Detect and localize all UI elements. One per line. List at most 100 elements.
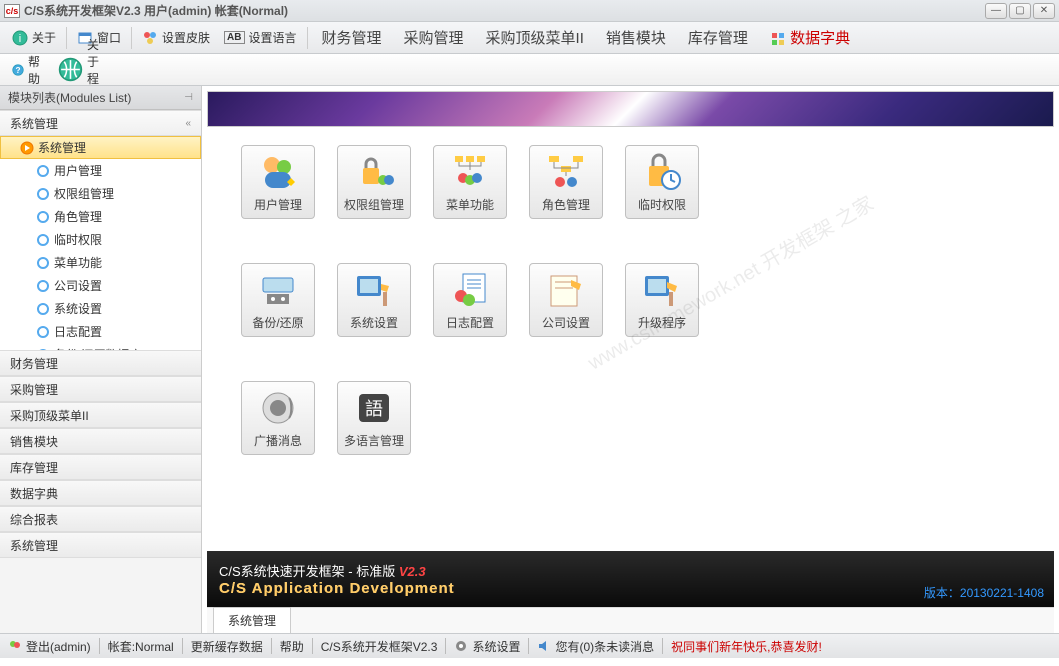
- btn-system-settings[interactable]: 系统设置: [337, 263, 411, 337]
- globe-icon: [58, 57, 83, 82]
- settings-icon: [353, 270, 395, 310]
- main-toolbar: i 关于 窗口 设置皮肤 AB 设置语言 财务管理 采购管理 采购顶级菜单II …: [0, 22, 1059, 54]
- btn-multilang[interactable]: 語多语言管理: [337, 381, 411, 455]
- sidebar-section-report[interactable]: 综合报表: [0, 506, 201, 532]
- status-messages[interactable]: 您有(0)条未读消息: [555, 638, 654, 655]
- bullet-blue-icon: [36, 279, 50, 293]
- btn-upgrade[interactable]: 升级程序: [625, 263, 699, 337]
- status-settings[interactable]: 系统设置: [472, 638, 520, 655]
- tree-root-sysmanage[interactable]: 系统管理: [0, 136, 201, 159]
- menu-finance[interactable]: 财务管理: [312, 23, 392, 52]
- datadict-icon: [770, 31, 786, 47]
- tree-item[interactable]: 公司设置: [0, 274, 201, 297]
- bullet-blue-icon: [36, 164, 50, 178]
- sidebar-section-purchase[interactable]: 采购管理: [0, 376, 201, 402]
- palette-icon: [142, 30, 158, 46]
- title-bar: c/s C/S系统开发框架V2.3 用户(admin) 帐套(Normal) —…: [0, 0, 1059, 22]
- menu-users-icon: [449, 152, 491, 192]
- menu-stock[interactable]: 库存管理: [678, 23, 758, 52]
- svg-text:?: ?: [15, 66, 20, 75]
- menu-datadict[interactable]: 数据字典: [760, 23, 860, 52]
- svg-text:語: 語: [365, 399, 383, 419]
- content-area: www.csframework.net 开发框架 之家 用户管理 权限组管理 菜…: [202, 86, 1059, 633]
- btn-user-manage[interactable]: 用户管理: [241, 145, 315, 219]
- bullet-blue-icon: [36, 187, 50, 201]
- sidebar-section-sales[interactable]: 销售模块: [0, 428, 201, 454]
- minimize-button[interactable]: —: [985, 3, 1007, 19]
- sidebar-section-purchase2[interactable]: 采购顶级菜单II: [0, 402, 201, 428]
- lock-users-icon: [353, 152, 395, 192]
- chevron-left-icon: «: [185, 118, 191, 129]
- language-icon: 語: [353, 388, 395, 428]
- bullet-blue-icon: [36, 233, 50, 247]
- status-login[interactable]: 登出(admin): [26, 638, 91, 655]
- pin-icon[interactable]: ⊣: [184, 92, 193, 103]
- btn-broadcast[interactable]: 广播消息: [241, 381, 315, 455]
- tree-item[interactable]: 日志配置: [0, 320, 201, 343]
- sidebar: 模块列表(Modules List) ⊣ 系统管理 « 系统管理 用户管理 权限…: [0, 86, 202, 633]
- sidebar-section-datadict[interactable]: 数据字典: [0, 480, 201, 506]
- log-icon: [449, 270, 491, 310]
- tab-sysmanage[interactable]: 系统管理: [213, 607, 291, 633]
- status-account: 帐套:Normal: [108, 638, 174, 655]
- status-title: C/S系统开发框架V2.3: [321, 638, 438, 655]
- btn-backup[interactable]: 备份/还原: [241, 263, 315, 337]
- sidebar-section-stock[interactable]: 库存管理: [0, 454, 201, 480]
- help-button[interactable]: ? 帮助: [6, 51, 46, 89]
- sidebar-section-sysmanage[interactable]: 系统管理: [0, 532, 201, 558]
- btn-company-settings[interactable]: 公司设置: [529, 263, 603, 337]
- banner-image: [207, 91, 1054, 127]
- gear-icon: [454, 639, 468, 653]
- role-users-icon: [545, 152, 587, 192]
- footer-banner: C/S系统快速开发框架 - 标准版 V2.3 C/S Application D…: [207, 551, 1054, 607]
- maximize-button[interactable]: ▢: [1009, 3, 1031, 19]
- btn-role-manage[interactable]: 角色管理: [529, 145, 603, 219]
- btn-permission-group[interactable]: 权限组管理: [337, 145, 411, 219]
- status-bar: 登出(admin) 帐套:Normal 更新缓存数据 帮助 C/S系统开发框架V…: [0, 633, 1059, 658]
- secondary-toolbar: ? 帮助 关于程序: [0, 54, 1059, 86]
- tree-item[interactable]: 备份/还原数据库: [0, 343, 201, 350]
- skin-button[interactable]: 设置皮肤: [136, 27, 216, 48]
- tree-item[interactable]: 临时权限: [0, 228, 201, 251]
- app-icon: c/s: [4, 4, 20, 18]
- tree-item[interactable]: 菜单功能: [0, 251, 201, 274]
- bullet-blue-icon: [36, 256, 50, 270]
- status-refresh[interactable]: 更新缓存数据: [191, 638, 263, 655]
- language-icon: AB: [224, 31, 244, 44]
- broadcast-icon: [257, 388, 299, 428]
- user-icon: [8, 639, 22, 653]
- language-button[interactable]: AB 设置语言: [218, 27, 302, 48]
- company-icon: [545, 270, 587, 310]
- info-icon: i: [12, 30, 28, 46]
- users-icon: [257, 152, 299, 192]
- help-icon: ?: [12, 64, 24, 76]
- tree-item[interactable]: 权限组管理: [0, 182, 201, 205]
- bullet-blue-icon: [36, 302, 50, 316]
- menu-purchase2[interactable]: 采购顶级菜单II: [476, 23, 594, 52]
- tree-item[interactable]: 用户管理: [0, 159, 201, 182]
- sidebar-section-finance[interactable]: 财务管理: [0, 350, 201, 376]
- sidebar-header: 模块列表(Modules List) ⊣: [0, 86, 201, 110]
- speaker-icon: [537, 639, 551, 653]
- btn-menu-function[interactable]: 菜单功能: [433, 145, 507, 219]
- status-help[interactable]: 帮助: [280, 638, 304, 655]
- menu-purchase[interactable]: 采购管理: [394, 23, 474, 52]
- backup-icon: [257, 270, 299, 310]
- icon-grid: www.csframework.net 开发框架 之家 用户管理 权限组管理 菜…: [207, 127, 1054, 551]
- sidebar-section-sysmanage-top[interactable]: 系统管理 «: [0, 110, 201, 136]
- lock-clock-icon: [641, 152, 683, 192]
- menu-sales[interactable]: 销售模块: [596, 23, 676, 52]
- bullet-blue-icon: [36, 325, 50, 339]
- btn-log-config[interactable]: 日志配置: [433, 263, 507, 337]
- window-title: C/S系统开发框架V2.3 用户(admin) 帐套(Normal): [24, 2, 288, 19]
- svg-text:i: i: [19, 33, 21, 45]
- btn-temp-permission[interactable]: 临时权限: [625, 145, 699, 219]
- tree-item[interactable]: 角色管理: [0, 205, 201, 228]
- close-button[interactable]: ✕: [1033, 3, 1055, 19]
- status-greeting: 祝同事们新年快乐,恭喜发财!: [671, 638, 822, 655]
- bullet-orange-icon: [20, 141, 34, 155]
- content-tabbar: 系统管理: [207, 607, 1054, 633]
- upgrade-icon: [641, 270, 683, 310]
- bullet-blue-icon: [36, 210, 50, 224]
- tree-item[interactable]: 系统设置: [0, 297, 201, 320]
